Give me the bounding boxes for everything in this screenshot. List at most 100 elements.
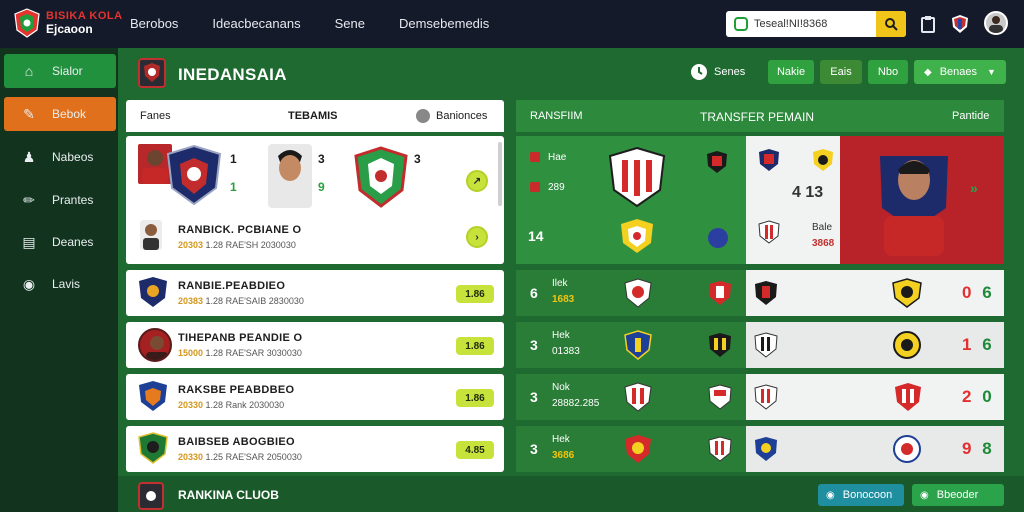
transfer-title: TRANSFER PEMAIN	[700, 110, 815, 124]
benaes-label: Benaes	[939, 66, 978, 78]
arrow-button[interactable]: ↗	[466, 170, 488, 192]
club-crest-icon	[354, 146, 408, 208]
player-code: 20303	[178, 240, 204, 250]
player-photo-2	[268, 144, 312, 208]
team-badge-icon	[707, 151, 727, 173]
footer-button-1-label: Bonocoon	[842, 489, 893, 501]
transfer-label: Ilek	[552, 278, 568, 289]
club-crest-icon	[138, 58, 166, 88]
transfer-row[interactable]: 3 Nok 28882.285 2 0	[516, 374, 1004, 420]
player-row[interactable]: RAKSBE PEABDBEO 20330 1.28 Rank 2030030 …	[126, 374, 504, 420]
team-badge-icon	[893, 331, 921, 359]
club-logo-icon[interactable]	[14, 8, 40, 38]
transfer-panel-header: RANSFIIM TRANSFER PEMAIN Pantide	[516, 100, 1004, 132]
sidebar-item-label: Prantes	[52, 193, 94, 207]
home-icon: ⌂	[24, 63, 34, 79]
featured-player-panel[interactable]: »	[840, 136, 1004, 264]
search-shield-icon	[734, 17, 748, 31]
featured-transfer-row[interactable]: Hae 289 14 4 13 Bale 3868 »	[516, 136, 1004, 264]
transfer-row[interactable]: 3 Hek 3686 9 8	[516, 426, 1004, 472]
match-score: 2 0	[962, 387, 995, 407]
logo-line-2: Ejcaoon	[46, 22, 93, 36]
transfer-code: 289	[548, 182, 565, 193]
search-box	[726, 11, 906, 37]
main-header: INEDANSAIA Senes Nakie Eais Nbo ◆ Benaes…	[118, 48, 1024, 98]
clipboard-icon[interactable]	[918, 14, 938, 34]
col-header-pantide[interactable]: Pantide	[952, 110, 989, 122]
sidebar-item-label: Lavis	[52, 277, 81, 291]
player-name: RANBIE.PEABDIEO	[178, 280, 286, 292]
value-badge: 1.86	[456, 285, 494, 303]
player-sub: 1.25 RAE'SAR 2050030	[205, 452, 302, 462]
transfer-number: 14	[528, 228, 544, 244]
sidebar-item-deanes[interactable]: ▤ Deanes	[4, 225, 116, 259]
filter-icon[interactable]	[416, 109, 430, 123]
eais-button[interactable]: Eais	[820, 60, 862, 84]
nav-item-1[interactable]: Berobos	[130, 16, 178, 31]
players-panel-header: Fanes TEBAMIS Banionces	[126, 100, 504, 132]
nav-item-2[interactable]: Ideacbecanans	[212, 16, 300, 31]
col-header-fanes[interactable]: Fanes	[140, 110, 171, 122]
footer-button-2[interactable]: ◉ Bbeoder	[912, 484, 1004, 506]
featured-player-card[interactable]: 1 1 3 9 3 ↗ RANBICK. PCBIANE O 20303 1.2…	[126, 136, 504, 264]
calendar-icon: ▤	[22, 233, 36, 250]
team-badge-icon	[139, 277, 167, 307]
player-sub: 1.28 RAE'SH 2030030	[205, 240, 296, 250]
sidebar-item-prantes[interactable]: ✏ Prantes	[4, 183, 116, 217]
search-button[interactable]	[876, 11, 906, 37]
transfer-label: Nok	[552, 382, 570, 393]
chevron-right-icon: ›	[475, 231, 479, 243]
team-crest-icon	[166, 144, 222, 206]
stat-number-1: 1	[230, 152, 237, 166]
sidebar-item-lavis[interactable]: ◉ Lavis	[4, 267, 116, 301]
scrollbar[interactable]	[498, 142, 502, 206]
senes-toggle[interactable]: Senes	[690, 60, 760, 84]
sidebar-item-label: Sialor	[52, 64, 83, 78]
transfer-row[interactable]: 3 Hek 01383 1 6	[516, 322, 1004, 368]
transfer-row[interactable]: 6 Ilek 1683 0 6	[516, 270, 1004, 316]
player-code: 20330	[178, 400, 204, 410]
club-crest-large-icon	[608, 146, 666, 208]
player-sub: 1.28 RAE'SAR 3030030	[205, 348, 302, 358]
team-badge-icon	[708, 436, 732, 462]
nav-item-4[interactable]: Demsebemedis	[399, 16, 489, 31]
team-badge-icon	[755, 281, 777, 305]
transfer-mid-value: 4 13	[792, 184, 824, 201]
player-row[interactable]: TIHEPANB PEANDIE O 15000 1.28 RAE'SAR 30…	[126, 322, 504, 368]
value-badge: 1.86	[456, 337, 494, 355]
detail-button[interactable]: ›	[466, 226, 488, 248]
col-header-banionces[interactable]: Banionces	[436, 110, 487, 122]
flag-shield-icon[interactable]	[950, 14, 970, 34]
score-away: 6	[982, 283, 995, 302]
player-meta: 15000 1.28 RAE'SAR 3030030	[178, 348, 302, 358]
nakie-button[interactable]: Nakie	[768, 60, 814, 84]
chevron-down-icon: ▼	[987, 67, 996, 77]
transfer-match-panel: 1 6	[746, 322, 1004, 368]
transfer-number: 6	[530, 285, 538, 301]
player-row[interactable]: BAIBSEB ABOGBIEO 20330 1.25 RAE'SAR 2050…	[126, 426, 504, 472]
nbo-button[interactable]: Nbo	[868, 60, 908, 84]
sidebar-item-home[interactable]: ⌂ Sialor	[4, 54, 116, 88]
sidebar-item-nabeos[interactable]: ♟ Nabeos	[4, 140, 116, 174]
benaes-dropdown[interactable]: ◆ Benaes ▼	[914, 60, 1006, 84]
flag-icon	[530, 152, 540, 162]
user-avatar[interactable]	[984, 11, 1008, 35]
col-header-teams[interactable]: TEBAMIS	[288, 110, 338, 122]
footer-button-1[interactable]: ◉ Bonocoon	[818, 484, 904, 506]
nav-item-3[interactable]: Sene	[335, 16, 365, 31]
arrows-icon: »	[970, 180, 978, 196]
user-icon	[989, 16, 1003, 33]
team-badge-icon	[755, 437, 777, 461]
player-meta: 20330 1.28 Rank 2030030	[178, 400, 284, 410]
clock-icon	[691, 64, 707, 80]
sidebar-item-label: Deanes	[52, 235, 94, 249]
search-input[interactable]	[754, 18, 872, 30]
sidebar: ⌂ Sialor ✎ Bebok ♟ Nabeos ✏ Prantes ▤ De…	[0, 48, 118, 512]
player-row[interactable]: RANBIE.PEABDIEO 20383 1.28 RAE'SAIB 2830…	[126, 270, 504, 316]
footer-button-2-label: Bbeoder	[936, 489, 979, 501]
logo-text[interactable]: BISIKA KOLA Ejcaoon	[46, 10, 123, 36]
match-score: 1 6	[962, 335, 995, 355]
col-header-ransfiim[interactable]: RANSFIIM	[530, 110, 583, 122]
sidebar-item-bebok[interactable]: ✎ Bebok	[4, 97, 116, 131]
player-code: 15000	[178, 348, 204, 358]
